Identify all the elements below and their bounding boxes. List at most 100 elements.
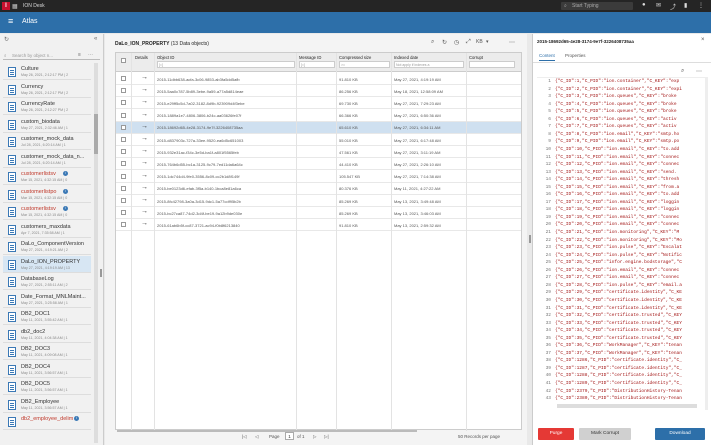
user-icon[interactable]: ● <box>642 2 646 8</box>
list-item[interactable]: CurrencyRate May 26, 2021, 2:12:27 PM | 2 <box>3 98 91 115</box>
row-checkbox[interactable] <box>121 76 126 81</box>
list-item[interactable]: DB2_Employee May 11, 2021, 3:56:57 AM | 1 <box>3 396 91 413</box>
row-checkbox[interactable] <box>121 124 126 130</box>
page-number-input[interactable]: 1 <box>285 432 294 440</box>
col-object-id[interactable]: Object ID <box>157 55 174 60</box>
share-icon[interactable]: ⤴ <box>670 2 676 11</box>
details-arrow-icon[interactable]: → <box>141 147 148 154</box>
list-item[interactable]: DB2_DOC3 May 11, 2021, 4:09:08 AM | 1 <box>3 343 91 360</box>
details-arrow-icon[interactable]: → <box>141 98 148 105</box>
list-item[interactable]: customerlistsv i Mar 15, 2021, 4:32:15 AM … <box>3 168 91 185</box>
table-row[interactable]: → 2015-764b6d55-bc1a-3125-9c79-7ed11da6a6… <box>116 158 521 171</box>
code-scrollbar[interactable] <box>705 77 708 410</box>
left-splitter-handle[interactable] <box>100 269 102 277</box>
records-per-page-select[interactable]: 50 Records per page <box>458 434 500 439</box>
app-grid-icon[interactable]: ▦ <box>12 3 18 10</box>
list-item[interactable]: DatabaseLog May 27, 2021, 2:55:11 AM | 2 <box>3 273 91 290</box>
search-icon[interactable]: ⌕ <box>681 68 684 75</box>
corrupt-filter[interactable] <box>469 61 515 68</box>
details-arrow-icon[interactable]: → <box>141 220 148 227</box>
global-search-input[interactable]: ⌕ Start Typing <box>561 2 633 10</box>
hamburger-menu-icon[interactable]: ≡ <box>8 17 13 26</box>
next-page-icon[interactable]: ▷ <box>313 434 316 440</box>
col-indexed-date[interactable]: Indexed date <box>394 55 418 60</box>
details-arrow-icon[interactable]: → <box>141 172 148 179</box>
refresh-icon[interactable]: ↻ <box>4 36 9 43</box>
refresh-icon[interactable]: ↻ <box>442 39 447 46</box>
close-icon[interactable]: × <box>701 37 705 43</box>
row-checkbox[interactable] <box>121 88 126 94</box>
row-checkbox[interactable] <box>121 137 126 142</box>
details-arrow-icon[interactable]: → <box>141 196 148 203</box>
tab-content[interactable]: Content <box>539 53 555 61</box>
more-options-icon[interactable]: ⋯ <box>509 39 515 46</box>
table-horizontal-scrollbar[interactable] <box>117 430 417 432</box>
more-options-icon[interactable]: ⋯ <box>88 51 93 60</box>
row-checkbox[interactable] <box>121 185 126 191</box>
list-item[interactable]: customers_maxdata Apr 7, 2021, 7:35:58 AM… <box>3 221 91 238</box>
list-item[interactable]: Date_Format_MNLMaint... May 27, 2021, 3:2… <box>3 291 91 308</box>
list-scroll-thumb[interactable] <box>94 114 98 154</box>
message-id-filter[interactable]: [≈] <box>299 61 335 68</box>
list-item[interactable]: custom_biodata May 27, 2021, 2:32:46 AM |… <box>3 116 91 133</box>
list-item[interactable]: Culture May 26, 2021, 2:12:17 PM | 2 <box>3 63 91 80</box>
table-row[interactable]: → 2015-18692d65-4e28-3174-9e7f-3226408735… <box>116 121 521 134</box>
col-compressed-size[interactable]: Compressed size <box>339 55 371 60</box>
code-horizontal-scrollbar[interactable] <box>557 404 697 408</box>
indexed-date-filter[interactable]: Not apply if indexes a <box>394 61 464 68</box>
list-item[interactable]: DB2_DOC4 May 11, 2021, 3:56:57 AM | 1 <box>3 361 91 378</box>
prev-page-icon[interactable]: ◁ <box>255 434 258 440</box>
collapse-panel-icon[interactable]: « <box>94 36 97 42</box>
list-item[interactable]: db2_employee_delim i <box>3 413 91 430</box>
list-item[interactable]: DB2_DOC1 May 11, 2021, 3:55:42 AM | 1 <box>3 308 91 325</box>
select-all-checkbox[interactable] <box>121 58 126 63</box>
row-checkbox[interactable] <box>121 161 126 167</box>
row-checkbox[interactable] <box>121 100 126 106</box>
table-row[interactable]: → 2015-61ab6b5f-cc87-3721-ac94-f0b8f62138… <box>116 219 521 232</box>
list-item[interactable]: DaLo_ION_PROPERTY May 27, 2021, 4:19:19 A… <box>3 255 91 273</box>
compressed-size-filter[interactable]: >= <box>339 61 390 68</box>
filter-icon[interactable]: ≡ <box>78 51 81 60</box>
table-row[interactable]: → 2015-bc27ca87-74d2-3d4f-be19-9a12b9de03… <box>116 207 521 220</box>
row-checkbox[interactable] <box>121 222 126 228</box>
list-item[interactable]: customer_mock_data Jul 28, 2021, 6:20:14 … <box>3 133 91 150</box>
clock-icon[interactable]: ◷ <box>454 39 459 46</box>
list-item[interactable]: DB2_DOC5 May 11, 2021, 3:56:57 AM | 1 <box>3 378 91 395</box>
row-checkbox[interactable] <box>121 210 126 216</box>
first-page-icon[interactable]: |◁ <box>242 434 247 440</box>
download-button[interactable]: Download <box>655 428 705 440</box>
details-arrow-icon[interactable]: → <box>141 86 148 93</box>
tab-properties[interactable]: Properties <box>565 53 586 58</box>
purge-button[interactable]: Purge <box>538 428 574 440</box>
inbox-icon[interactable]: ✉ <box>656 2 661 9</box>
last-page-icon[interactable]: ▷| <box>324 434 329 440</box>
table-row[interactable]: → 2015-5aa0c787-5b89-3ebe-9a59-a77a5d814e… <box>116 85 521 98</box>
row-checkbox[interactable] <box>121 173 126 179</box>
list-item[interactable]: Currency May 26, 2021, 2:12:17 PM | 2 <box>3 81 91 98</box>
list-item[interactable]: customerlistpo i Mar 15, 2021, 4:32:15 AM … <box>3 186 91 203</box>
col-details[interactable]: Details <box>135 55 148 60</box>
details-arrow-icon[interactable]: → <box>141 74 148 81</box>
details-arrow-icon[interactable]: → <box>141 184 148 191</box>
search-icon[interactable]: ⌕ <box>431 39 434 46</box>
table-row[interactable]: → 2015-e29ff5c5d-7a02-3182-8d9b-923909d4f… <box>116 97 521 110</box>
row-checkbox[interactable] <box>121 112 126 118</box>
table-row[interactable]: → 2015-8fc42798-3a0a-3d15-9dc1-5a77cdf95b… <box>116 195 521 207</box>
table-row[interactable]: → 2015-be0123d6-efab-3f5a-b140-1bca8e81a6… <box>116 183 521 195</box>
table-row[interactable]: → 2015-1889a1e7-4806-3806-b24c-aa03626fe0… <box>116 110 521 122</box>
object-id-filter[interactable]: [≈] <box>157 61 295 68</box>
details-arrow-icon[interactable]: → <box>141 111 148 118</box>
table-row[interactable]: → 2015-d837903c-727a-33ee-9520-ea6d5c6510… <box>116 134 521 146</box>
bookmark-icon[interactable]: ▮ <box>684 2 687 9</box>
details-arrow-icon[interactable]: → <box>141 123 148 130</box>
list-item[interactable]: customer_mock_data_n... Jul 28, 2021, 6:2… <box>3 151 91 168</box>
list-item[interactable]: customerlistsv i Mar 15, 2021, 4:32:15 AM … <box>3 203 91 220</box>
details-arrow-icon[interactable]: → <box>141 135 148 142</box>
size-unit-select[interactable]: KB <box>476 39 483 45</box>
chevron-down-icon[interactable]: ▾ <box>486 39 489 45</box>
list-item[interactable]: DaLo_ComponentVersion May 27, 2021, 4:19:… <box>3 238 91 255</box>
details-arrow-icon[interactable]: → <box>141 159 148 166</box>
table-row[interactable]: → 2015-1dc744d4-9fe0-3556-8c09-cc2b1d8f14… <box>116 171 521 183</box>
list-item[interactable]: db2_doc2 May 11, 2021, 4:04:38 AM | 1 <box>3 326 91 343</box>
table-row[interactable]: → 2015-932e31ac-f34c-3e5d-ba1f-a801f5565f… <box>116 146 521 159</box>
